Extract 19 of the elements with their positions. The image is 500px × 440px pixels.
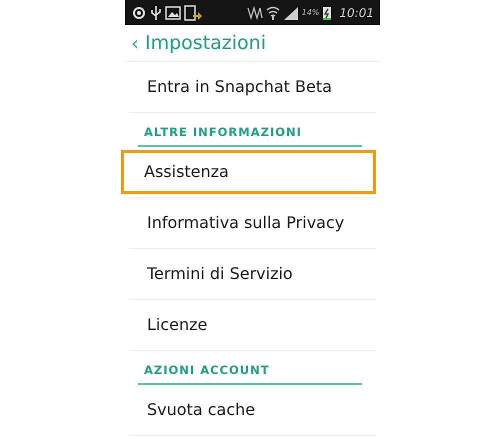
- vibrate-icon: [246, 6, 263, 20]
- usb-icon: [150, 4, 162, 20]
- battery-percent: 14%: [302, 8, 320, 17]
- wifi-icon: [266, 6, 280, 20]
- settings-item[interactable]: Licenze: [129, 303, 376, 347]
- settings-item[interactable]: Termini di Servizio: [129, 252, 376, 296]
- section-header: AZIONI ACCOUNT: [138, 351, 362, 385]
- screen-title: Impostazioni: [145, 32, 266, 54]
- clock: 10:01: [339, 6, 374, 20]
- settings-item[interactable]: Assistenza: [121, 150, 376, 194]
- battery-icon: [322, 4, 332, 20]
- signal-icon: [282, 6, 299, 20]
- section-header: ALTRE INFORMAZIONI: [138, 113, 362, 147]
- settings-item[interactable]: Svuota cache: [129, 388, 376, 432]
- image-icon: [165, 4, 181, 20]
- phone-arrow-icon: [184, 4, 202, 20]
- settings-item[interactable]: Informativa sulla Privacy: [129, 201, 376, 245]
- crosshair-icon: [131, 4, 147, 20]
- settings-item[interactable]: Entra in Snapchat Beta: [129, 65, 376, 109]
